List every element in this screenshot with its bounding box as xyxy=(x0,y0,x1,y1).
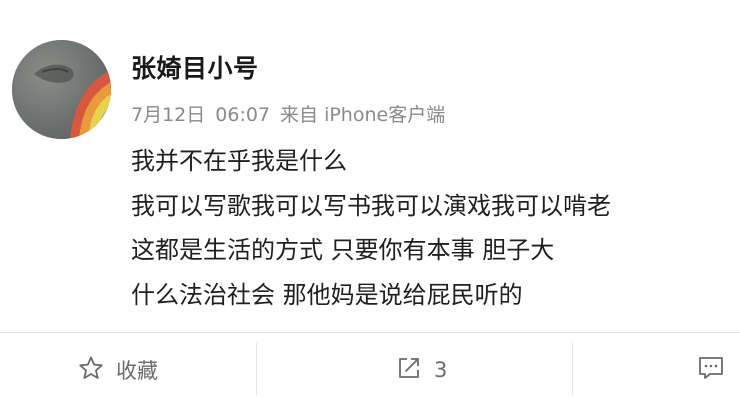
action-separator xyxy=(572,343,573,395)
post-time: 06:07 xyxy=(215,104,271,126)
share-icon xyxy=(396,355,422,386)
weibo-post: 张婍目小号 7月12日 06:07 来自 iPhone客户端 我并不在乎我是什么 我… xyxy=(0,0,740,332)
comment-icon xyxy=(697,355,725,386)
comment-button[interactable] xyxy=(697,355,737,385)
star-icon xyxy=(78,355,104,386)
post-text-line: 什么法治社会 那他妈是说给屁民听的 xyxy=(131,280,523,309)
favorite-label: 收藏 xyxy=(116,359,158,383)
avatar-image xyxy=(12,40,111,139)
action-separator xyxy=(256,343,257,395)
post-text-line: 我可以写歌我可以写书我可以演戏我可以啃老 xyxy=(131,191,611,220)
repost-button[interactable]: 3 xyxy=(396,355,447,385)
avatar[interactable] xyxy=(12,40,111,139)
post-text-line: 我并不在乎我是什么 xyxy=(131,147,347,175)
post-content: 我并不在乎我是什么 我可以写歌我可以写书我可以演戏我可以啃老 这都是生活的方式 … xyxy=(131,139,731,317)
post-source[interactable]: 来自 iPhone客户端 xyxy=(280,104,445,126)
action-bar: 收藏 3 xyxy=(0,333,740,410)
post-date: 7月12日 xyxy=(131,104,206,126)
favorite-button[interactable]: 收藏 xyxy=(78,355,158,385)
post-text-line: 这都是生活的方式 只要你有本事 胆子大 xyxy=(131,236,555,264)
post-meta: 7月12日 06:07 来自 iPhone客户端 xyxy=(131,100,455,127)
username[interactable]: 张婍目小号 xyxy=(131,49,259,85)
repost-count: 3 xyxy=(434,358,448,382)
